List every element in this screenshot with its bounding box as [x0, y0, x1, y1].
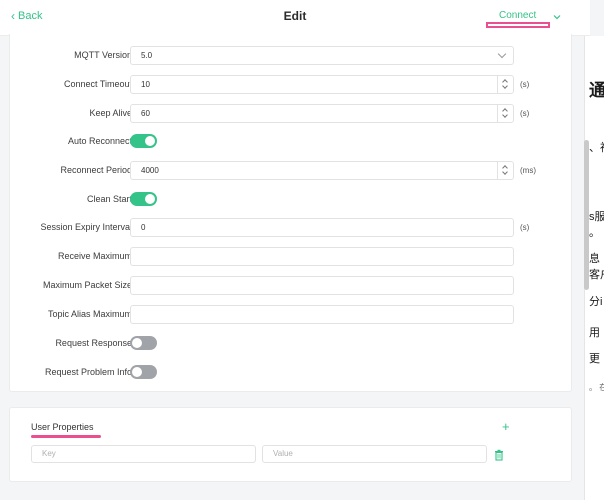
field-label: Reconnect Period	[60, 165, 132, 175]
connect-button[interactable]: Connect	[499, 10, 536, 21]
request-response-row: Request Response	[10, 334, 573, 353]
toggle-knob	[132, 367, 142, 377]
highlight-underline	[31, 435, 101, 438]
mqtt-version-select[interactable]: 5.0	[130, 46, 514, 65]
connect-timeout-input[interactable]: 10	[130, 75, 514, 94]
number-stepper[interactable]	[497, 76, 513, 93]
chevron-down-icon[interactable]	[502, 112, 508, 118]
topic-alias-maximum-input[interactable]	[130, 305, 514, 324]
number-stepper[interactable]	[497, 105, 513, 122]
auto-reconnect-toggle[interactable]	[130, 134, 157, 148]
toggle-knob	[145, 194, 155, 204]
connect-timeout-row: Connect Timeout 10 (s)	[10, 75, 573, 94]
side-panel-text: 、社	[589, 142, 604, 154]
clean-start-row: Clean Start	[10, 190, 573, 209]
request-response-toggle[interactable]	[130, 336, 157, 350]
field-label: Clean Start	[86, 194, 132, 204]
trash-icon[interactable]	[494, 448, 504, 461]
field-label: Session Expiry Interval	[40, 222, 132, 232]
mqtt-version-row: MQTT Version 5.0	[10, 46, 573, 65]
side-panel-text: 用	[589, 327, 600, 339]
unit-label: (s)	[520, 80, 530, 89]
top-bar: ‹ Back Edit Connect	[0, 0, 590, 36]
chevron-down-icon[interactable]	[502, 169, 508, 175]
request-problem-info-toggle[interactable]	[130, 365, 157, 379]
input-value: 10	[141, 80, 150, 89]
unit-label: (ms)	[520, 166, 536, 175]
side-panel-text: 息	[589, 253, 600, 265]
field-label: Request Problem Info	[44, 367, 132, 377]
select-value: 5.0	[141, 51, 153, 60]
field-label: Request Response	[55, 338, 132, 348]
add-property-button[interactable]: +	[502, 419, 510, 434]
chevron-down-icon	[497, 49, 507, 59]
user-properties-card: User Properties + Key Value	[9, 407, 572, 482]
highlight-box	[486, 22, 550, 28]
maximum-packet-size-row: Maximum Packet Size	[10, 276, 573, 295]
request-problem-info-row: Request Problem Info	[10, 363, 573, 382]
field-label: Maximum Packet Size	[42, 280, 132, 290]
side-panel-text: 更	[589, 353, 600, 365]
session-expiry-input[interactable]: 0	[130, 218, 514, 237]
input-value: 60	[141, 109, 150, 118]
reconnect-period-row: Reconnect Period 4000 (ms)	[10, 161, 573, 180]
input-value: 0	[141, 223, 146, 232]
side-panel-text: 分i	[589, 296, 603, 308]
input-value: 4000	[141, 166, 159, 175]
chevron-down-icon[interactable]	[552, 9, 562, 27]
maximum-packet-size-input[interactable]	[130, 276, 514, 295]
side-panel-text: s服	[589, 211, 604, 223]
session-expiry-row: Session Expiry Interval 0 (s)	[10, 218, 573, 237]
side-panel-text: 客户	[589, 269, 604, 281]
keep-alive-row: Keep Alive 60 (s)	[10, 104, 573, 123]
toggle-knob	[132, 338, 142, 348]
scrollbar[interactable]	[584, 140, 589, 290]
field-label: MQTT Version	[74, 50, 132, 60]
reconnect-period-input[interactable]: 4000	[130, 161, 514, 180]
topic-alias-maximum-row: Topic Alias Maximum	[10, 305, 573, 324]
field-label: Topic Alias Maximum	[47, 309, 132, 319]
property-key-input[interactable]: Key	[31, 445, 256, 463]
side-panel-text: 。 在	[589, 383, 604, 392]
property-value-input[interactable]: Value	[262, 445, 487, 463]
field-label: Connect Timeout	[63, 79, 132, 89]
side-panel-text: 。	[589, 227, 600, 239]
number-stepper[interactable]	[497, 162, 513, 179]
auto-reconnect-row: Auto Reconnect	[10, 132, 573, 151]
field-label: Keep Alive	[89, 108, 132, 118]
chevron-down-icon[interactable]	[502, 83, 508, 89]
section-title: User Properties	[31, 422, 94, 432]
clean-start-toggle[interactable]	[130, 192, 157, 206]
connection-settings-card: MQTT Version 5.0 Connect Timeout 10 (s) …	[9, 34, 572, 392]
receive-maximum-input[interactable]	[130, 247, 514, 266]
side-panel-text: 通	[589, 76, 604, 101]
field-label: Receive Maximum	[57, 251, 132, 261]
unit-label: (s)	[520, 109, 530, 118]
keep-alive-input[interactable]: 60	[130, 104, 514, 123]
unit-label: (s)	[520, 223, 530, 232]
toggle-knob	[145, 136, 155, 146]
field-label: Auto Reconnect	[67, 136, 132, 146]
receive-maximum-row: Receive Maximum	[10, 247, 573, 266]
